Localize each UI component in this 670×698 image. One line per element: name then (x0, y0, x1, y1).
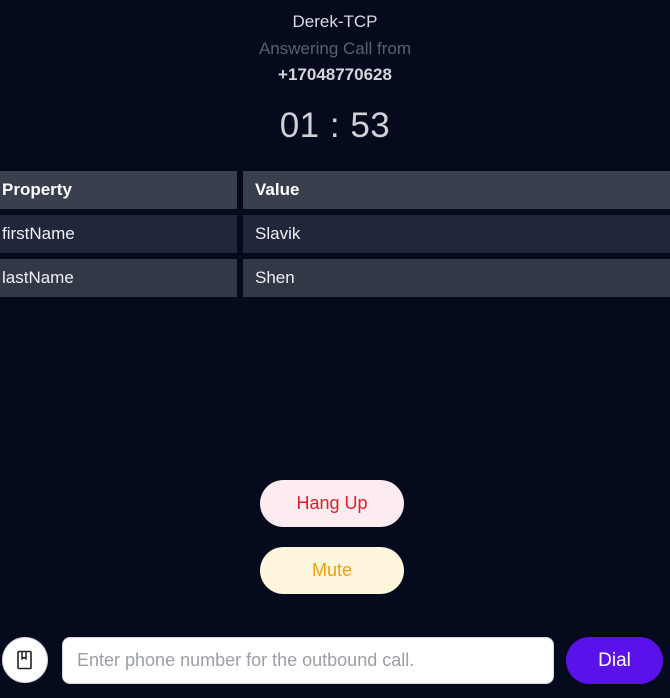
dial-button[interactable]: Dial (566, 637, 663, 684)
caller-number: +17048770628 (278, 65, 392, 84)
properties-table: Property Value firstName Slavik lastName… (0, 171, 670, 303)
phone-number-input[interactable] (62, 637, 554, 684)
value-cell: Slavik (243, 215, 670, 253)
call-status: Answering Call from (258, 39, 412, 58)
header-property: Property (0, 171, 237, 209)
property-cell: firstName (0, 215, 237, 253)
contacts-button[interactable] (2, 637, 48, 683)
value-cell: Shen (243, 259, 670, 297)
mute-button[interactable]: Mute (260, 547, 404, 594)
property-cell: lastName (0, 259, 237, 297)
header-value: Value (243, 171, 670, 209)
caller-name: Derek-TCP (292, 12, 378, 31)
table-header-row: Property Value (0, 171, 670, 209)
hang-up-button[interactable]: Hang Up (260, 480, 404, 527)
table-row: firstName Slavik (0, 215, 670, 253)
book-icon (16, 650, 34, 670)
call-timer: 01 : 53 (279, 106, 391, 145)
table-row: lastName Shen (0, 259, 670, 297)
